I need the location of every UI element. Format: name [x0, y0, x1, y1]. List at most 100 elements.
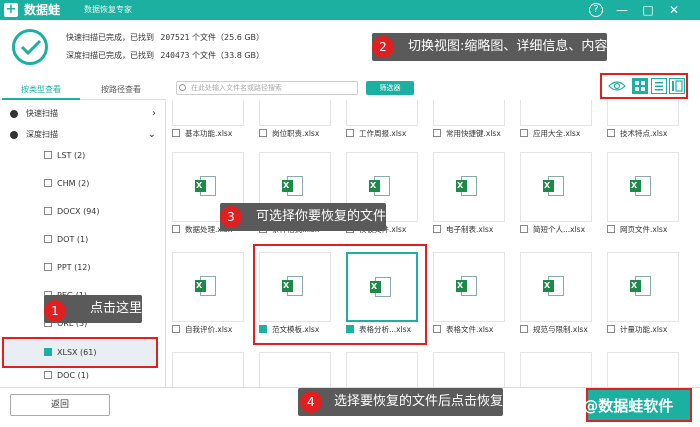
checkbox[interactable] [44, 371, 52, 379]
quick-scan-status: 快速扫描已完成，已找到 207521 个文件（25.6 GB） [66, 32, 264, 43]
checkbox[interactable] [520, 325, 528, 333]
file-thumbnail[interactable] [433, 252, 505, 322]
file-caption: 网页文件.xlsx [607, 225, 687, 235]
file-caption: 电子制表.xlsx [433, 225, 513, 235]
checkbox[interactable] [433, 325, 441, 333]
file-thumbnail[interactable] [520, 352, 592, 387]
file-thumbnail[interactable] [520, 252, 592, 322]
sidebar-group-deep-scan[interactable]: 深度扫描 ⌄ [0, 125, 166, 145]
file-tile[interactable]: 计量功能.xlsx [601, 252, 681, 334]
deep-scan-unit: 个文件（33.8 GB） [192, 51, 265, 60]
file-thumbnail[interactable] [172, 352, 244, 387]
checkbox[interactable] [520, 225, 528, 233]
file-tile[interactable]: 技术特点.xlsx [601, 100, 681, 138]
file-tile[interactable]: 基本功能.xlsx [166, 100, 246, 138]
checkbox[interactable] [346, 129, 354, 137]
view-tabs: 按类型查看 按路径查看 [0, 82, 166, 100]
file-thumbnail[interactable] [607, 252, 679, 322]
quick-scan-unit: 个文件（25.6 GB） [192, 33, 265, 42]
check-circle-icon [12, 29, 48, 65]
thumbnail-view-icon[interactable] [632, 78, 648, 94]
file-caption: 简短个人...xlsx [520, 225, 600, 235]
sidebar-item-chm[interactable]: CHM (2) [44, 176, 89, 192]
file-thumbnail[interactable] [346, 352, 418, 387]
sidebar-item-docx[interactable]: DOCX (94) [44, 204, 100, 220]
checkbox[interactable] [607, 225, 615, 233]
minimize-icon[interactable]: — [614, 2, 630, 18]
sidebar-item-xlsx[interactable]: XLSX (61) [2, 337, 158, 368]
checkbox[interactable] [44, 235, 52, 243]
file-caption: 计量功能.xlsx [607, 325, 687, 335]
file-tile[interactable]: 工作周报.xlsx [340, 100, 420, 138]
file-tile[interactable]: 应用大全.xlsx [514, 100, 594, 138]
checkbox[interactable] [607, 325, 615, 333]
file-tile[interactable]: 岗位职责.xlsx [253, 100, 333, 138]
file-thumbnail[interactable] [520, 152, 592, 222]
excel-file-icon [282, 176, 303, 196]
eye-icon[interactable] [608, 78, 626, 94]
title-bar: + 数据蛙 数据恢复专家 ? — □ ✕ [0, 0, 700, 20]
list-view-icon[interactable] [651, 78, 667, 94]
checkbox[interactable] [172, 225, 180, 233]
back-button[interactable]: 返回 [10, 394, 110, 416]
file-thumbnail[interactable] [259, 100, 331, 126]
file-thumbnail[interactable] [607, 152, 679, 222]
file-name: 应用大全.xlsx [533, 129, 581, 138]
file-thumbnail[interactable] [172, 252, 244, 322]
file-thumbnail[interactable] [433, 352, 505, 387]
checkbox[interactable] [172, 129, 180, 137]
callout-number: 3 [220, 206, 242, 228]
checkbox[interactable] [44, 151, 52, 159]
sidebar-item-ppt[interactable]: PPT (12) [44, 260, 91, 276]
tab-by-path[interactable]: 按路径查看 [82, 82, 160, 100]
file-thumbnail[interactable] [259, 352, 331, 387]
file-name: 简短个人...xlsx [533, 225, 586, 234]
file-tile[interactable]: 表格文件.xlsx [427, 252, 507, 334]
file-thumbnail[interactable] [433, 152, 505, 222]
app-name: 数据蛙 [24, 3, 61, 17]
sidebar-group-quick-scan[interactable]: 快速扫描 › [0, 104, 166, 124]
checkbox[interactable] [44, 179, 52, 187]
tab-by-type[interactable]: 按类型查看 [2, 82, 80, 100]
file-tile[interactable]: 规范与限制.xlsx [514, 252, 594, 334]
selected-files-highlight [253, 244, 427, 345]
sidebar-item-doc[interactable]: DOC (1) [44, 368, 89, 384]
file-thumbnail[interactable] [346, 100, 418, 126]
filter-button[interactable]: 筛选器 [366, 81, 414, 95]
search-icon [179, 84, 186, 91]
excel-file-icon [195, 276, 216, 296]
deep-scan-count: 240473 [160, 51, 190, 60]
checkbox[interactable] [44, 263, 52, 271]
checkbox[interactable] [172, 325, 180, 333]
maximize-icon[interactable]: □ [640, 2, 656, 18]
file-thumbnail[interactable] [520, 100, 592, 126]
file-tile[interactable]: 自我评价.xlsx [166, 252, 246, 334]
search-input[interactable]: 在此处输入文件名或路径搜索 [176, 81, 358, 95]
file-caption: 技术特点.xlsx [607, 129, 687, 139]
sidebar-item-dot[interactable]: DOT (1) [44, 232, 88, 248]
sidebar-group-label: 深度扫描 [26, 130, 58, 139]
checkbox[interactable] [433, 129, 441, 137]
close-icon[interactable]: ✕ [666, 2, 682, 18]
checkbox[interactable] [259, 129, 267, 137]
file-tile[interactable]: 简短个人...xlsx [514, 152, 594, 234]
checkbox-checked[interactable] [44, 348, 52, 356]
checkbox[interactable] [44, 207, 52, 215]
excel-file-icon [630, 176, 651, 196]
sidebar-item-lst[interactable]: LST (2) [44, 148, 85, 164]
file-tile[interactable]: 电子制表.xlsx [427, 152, 507, 234]
content-view-icon[interactable] [669, 78, 685, 94]
checkbox[interactable] [607, 129, 615, 137]
file-thumbnail[interactable] [433, 100, 505, 126]
callout-view-switch: 切换视图:缩略图、详细信息、内容 [372, 33, 608, 61]
file-tile[interactable]: 网页文件.xlsx [601, 152, 681, 234]
file-tile[interactable]: 常用快捷键.xlsx [427, 100, 507, 138]
file-thumbnail[interactable] [607, 352, 679, 387]
help-icon[interactable]: ? [589, 3, 603, 17]
file-thumbnail[interactable] [172, 100, 244, 126]
checkbox[interactable] [433, 225, 441, 233]
callout-number: 2 [372, 36, 394, 58]
radio-icon [10, 131, 18, 139]
checkbox[interactable] [520, 129, 528, 137]
file-thumbnail[interactable] [607, 100, 679, 126]
